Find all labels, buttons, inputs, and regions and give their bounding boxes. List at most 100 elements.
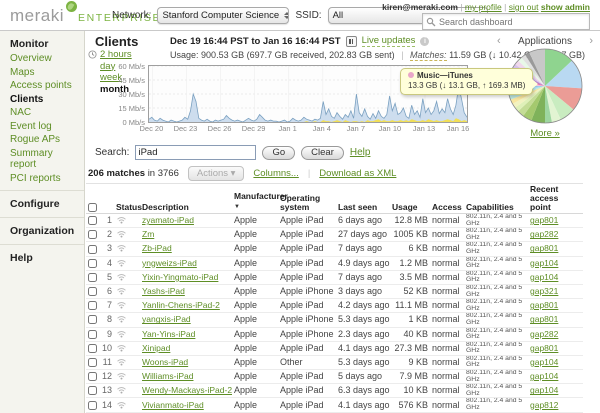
more-applications-link[interactable]: More » bbox=[530, 128, 560, 139]
cell-usage: 12.8 MB bbox=[390, 213, 430, 229]
cell-manufacturer: Apple bbox=[232, 298, 278, 314]
go-button[interactable]: Go bbox=[262, 145, 296, 160]
access-point-link[interactable]: gap801 bbox=[530, 314, 558, 324]
info-icon[interactable] bbox=[420, 36, 430, 46]
client-description-link[interactable]: Zb-iPad bbox=[142, 243, 172, 253]
client-description-link[interactable]: Zm bbox=[142, 229, 154, 239]
cell-access-point: gap104 bbox=[528, 256, 583, 271]
column-header-access[interactable]: Access bbox=[430, 183, 464, 214]
cell-select bbox=[86, 270, 99, 285]
cell-capabilities: 802.11n, 2.4 and 5 GHz bbox=[464, 397, 528, 413]
row-checkbox[interactable] bbox=[88, 216, 97, 226]
sidebar-item-overview[interactable]: Overview bbox=[0, 52, 84, 66]
client-description-link[interactable]: Williams-iPad bbox=[142, 371, 193, 381]
access-point-link[interactable]: gap801 bbox=[530, 343, 558, 353]
pause-icon[interactable] bbox=[345, 35, 357, 47]
access-point-link[interactable]: gap104 bbox=[530, 357, 558, 367]
access-point-link[interactable]: gap321 bbox=[530, 286, 558, 296]
client-description-link[interactable]: Wendy-Mackays-iPad-2 bbox=[142, 385, 232, 395]
client-description-link[interactable]: Yashs-iPad bbox=[142, 286, 185, 296]
column-header-recent-access-point[interactable]: Recent access point bbox=[528, 183, 583, 214]
sidebar-item-rogue-aps[interactable]: Rogue APs bbox=[0, 133, 84, 147]
network-select[interactable]: Stanford Computer Science bbox=[157, 7, 290, 24]
matches-label[interactable]: Matches: bbox=[410, 50, 447, 61]
cell-capabilities: 802.11n, 2.4 and 5 GHz bbox=[464, 355, 528, 371]
client-description-link[interactable]: Yan-Yins-iPad bbox=[142, 329, 195, 339]
access-point-link[interactable]: gap801 bbox=[530, 300, 558, 310]
row-checkbox[interactable] bbox=[88, 400, 97, 410]
column-header-capabilities[interactable]: Capabilities bbox=[464, 183, 528, 214]
client-description-link[interactable]: zyamato-iPad bbox=[142, 215, 194, 225]
client-description-link[interactable]: Xinipad bbox=[142, 343, 170, 353]
live-updates-link[interactable]: Live updates bbox=[361, 35, 416, 47]
sidebar-section-header-monitor[interactable]: Monitor bbox=[0, 31, 84, 52]
dashboard-search-input[interactable] bbox=[439, 16, 589, 27]
x-axis-tick: Jan 10 bbox=[378, 124, 402, 133]
sidebar-item-pci-reports[interactable]: PCI reports bbox=[0, 172, 84, 186]
row-checkbox[interactable] bbox=[88, 272, 97, 282]
sign-out-link[interactable]: sign out bbox=[509, 2, 539, 12]
client-description-link[interactable]: Vivianmato-iPad bbox=[142, 400, 204, 410]
row-checkbox[interactable] bbox=[88, 315, 97, 325]
access-point-link[interactable]: gap282 bbox=[530, 229, 558, 239]
row-checkbox[interactable] bbox=[88, 386, 97, 396]
client-description-link[interactable]: Woons-iPad bbox=[142, 357, 188, 367]
table-row: 2 Zm Apple Apple iPad 27 days ago 1005 KB norm… bbox=[86, 227, 583, 243]
my-profile-link[interactable]: my profile bbox=[465, 2, 502, 12]
sidebar-item-nac[interactable]: NAC bbox=[0, 106, 84, 120]
sidebar-section-header-help[interactable]: Help bbox=[0, 245, 84, 266]
row-checkbox[interactable] bbox=[88, 343, 97, 353]
sidebar-item-event-log[interactable]: Event log bbox=[0, 120, 84, 134]
prev-arrow-icon[interactable]: ‹ bbox=[497, 35, 501, 47]
cell-os: Apple iPad bbox=[278, 298, 336, 314]
client-description-link[interactable]: Yixin-Yingmato-iPad bbox=[142, 272, 218, 282]
row-checkbox[interactable] bbox=[88, 358, 97, 368]
column-header-description[interactable]: Description bbox=[140, 183, 232, 214]
client-search-input[interactable] bbox=[135, 145, 257, 160]
select-all-checkbox[interactable] bbox=[88, 203, 97, 212]
sidebar-item-summary-report[interactable]: Summary report bbox=[0, 147, 84, 172]
time-range-2-hours[interactable]: 2 hours bbox=[100, 49, 132, 60]
tooltip-value: 13.3 GB (↓ 13.1 GB, ↑ 169.3 MB) bbox=[408, 81, 526, 90]
actions-button[interactable]: Actions ▾ bbox=[187, 166, 245, 181]
sidebar-section-header-configure[interactable]: Configure bbox=[0, 191, 84, 212]
table-row: 7 Yanlin-Chens-iPad-2 Apple Apple iPad 4.2 d… bbox=[86, 298, 583, 314]
column-header-status[interactable]: Status bbox=[114, 183, 142, 214]
show-admin-link[interactable]: show admin bbox=[541, 2, 590, 12]
next-arrow-icon[interactable]: › bbox=[589, 35, 593, 47]
client-description-link[interactable]: yangxis-iPad bbox=[142, 314, 191, 324]
row-checkbox[interactable] bbox=[88, 301, 97, 311]
sidebar-item-clients[interactable]: Clients bbox=[0, 93, 84, 107]
cell-capabilities: 802.11n, 2.4 and 5 GHz bbox=[464, 284, 528, 300]
column-header-manufacturer[interactable]: Manufacturer ▼ bbox=[232, 183, 288, 214]
columns-link[interactable]: Columns... bbox=[253, 168, 298, 179]
row-checkbox[interactable] bbox=[88, 372, 97, 382]
access-point-link[interactable]: gap801 bbox=[530, 243, 558, 253]
access-point-link[interactable]: gap104 bbox=[530, 258, 558, 268]
row-checkbox[interactable] bbox=[88, 230, 97, 240]
access-point-link[interactable]: gap104 bbox=[530, 371, 558, 381]
access-point-link[interactable]: gap104 bbox=[530, 272, 558, 282]
download-xml-link[interactable]: Download as XML bbox=[319, 168, 396, 179]
sidebar-item-maps[interactable]: Maps bbox=[0, 66, 84, 80]
column-header-last-seen[interactable]: Last seen bbox=[336, 183, 390, 214]
row-checkbox[interactable] bbox=[88, 287, 97, 297]
row-checkbox[interactable] bbox=[88, 244, 97, 254]
column-header-operating-system[interactable]: Operating system bbox=[278, 183, 336, 214]
access-point-link[interactable]: gap812 bbox=[530, 400, 558, 410]
access-point-link[interactable]: gap801 bbox=[530, 215, 558, 225]
access-point-link[interactable]: gap104 bbox=[530, 385, 558, 395]
cell-os: Apple iPad bbox=[278, 341, 336, 356]
row-checkbox[interactable] bbox=[88, 329, 97, 339]
cell-row-number: 10 bbox=[99, 341, 114, 356]
client-description-link[interactable]: yngweizs-iPad bbox=[142, 258, 197, 268]
client-description-link[interactable]: Yanlin-Chens-iPad-2 bbox=[142, 300, 220, 310]
cell-description: Yan-Yins-iPad bbox=[140, 327, 232, 342]
clear-button[interactable]: Clear bbox=[301, 145, 344, 160]
access-point-link[interactable]: gap282 bbox=[530, 329, 558, 339]
help-link[interactable]: Help bbox=[350, 147, 371, 158]
row-checkbox[interactable] bbox=[88, 258, 97, 268]
column-header-usage[interactable]: Usage bbox=[390, 183, 430, 214]
sidebar-item-access-points[interactable]: Access points bbox=[0, 79, 84, 93]
sidebar-section-header-organization[interactable]: Organization bbox=[0, 218, 84, 239]
